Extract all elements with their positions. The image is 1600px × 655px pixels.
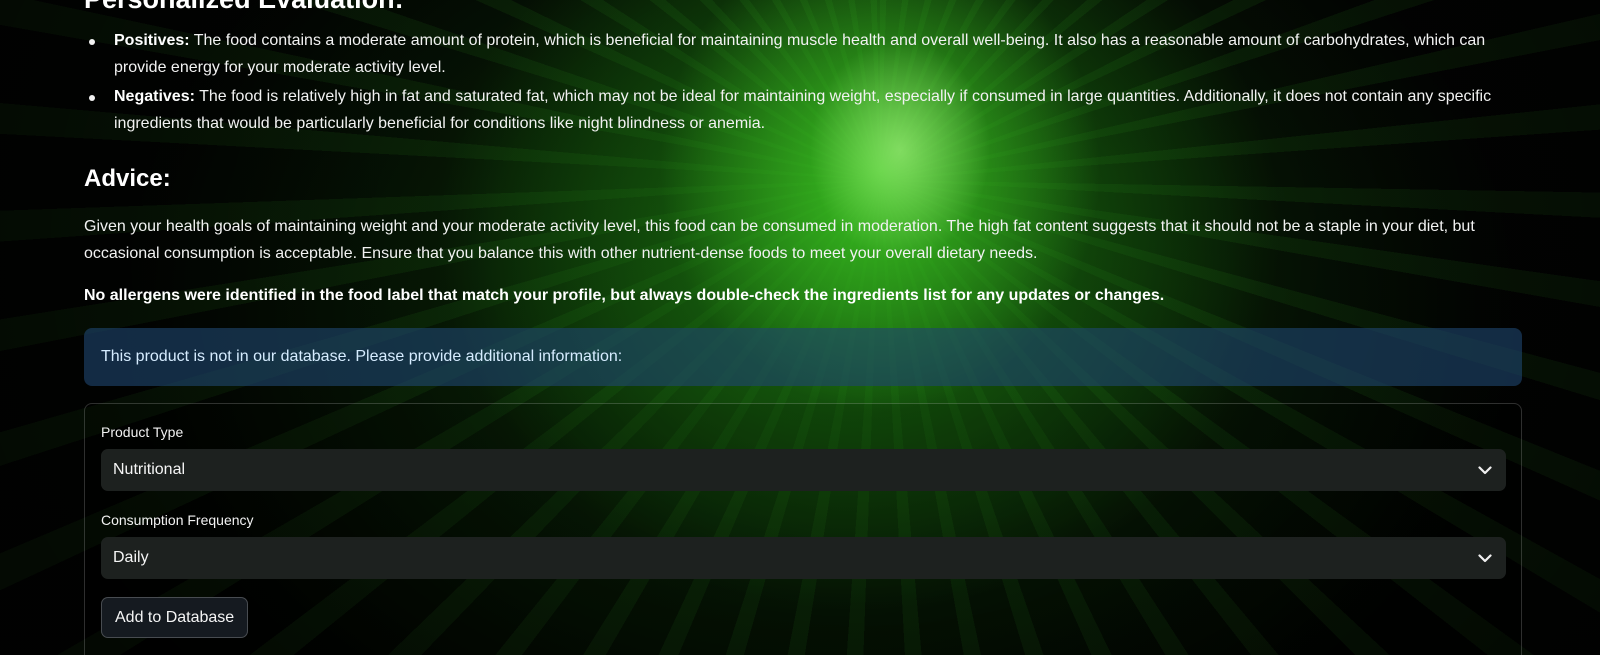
info-banner-text: This product is not in our database. Ple… [101,348,623,365]
evaluation-list: Positives: The food contains a moderate … [84,28,1522,140]
frequency-select[interactable]: Daily [101,537,1506,579]
list-item-negatives: Negatives: The food is relatively high i… [84,84,1522,137]
add-to-database-button[interactable]: Add to Database [101,597,249,638]
allergen-note: No allergens were identified in the food… [84,287,1165,304]
frequency-label: Consumption Frequency [101,512,254,528]
chevron-down-icon [1476,461,1494,479]
evaluation-heading: Personalized Evaluation: [84,0,404,15]
list-item-positives: Positives: The food contains a moderate … [84,28,1522,81]
advice-heading: Advice: [84,165,171,192]
negatives-text: The food is relatively high in fat and s… [114,88,1492,132]
product-type-select[interactable]: Nutritional [101,449,1506,491]
negatives-label: Negatives: [114,88,195,105]
product-type-label: Product Type [101,424,184,440]
positives-label: Positives: [114,32,190,49]
positives-text: The food contains a moderate amount of p… [114,32,1486,76]
product-type-value: Nutritional [113,461,186,478]
product-form: Product Type Nutritional Consumption Fre… [84,403,1522,655]
chevron-down-icon [1476,549,1494,567]
advice-text: Given your health goals of maintaining w… [84,218,1475,262]
frequency-value: Daily [113,549,149,566]
info-banner: This product is not in our database. Ple… [84,328,1522,386]
